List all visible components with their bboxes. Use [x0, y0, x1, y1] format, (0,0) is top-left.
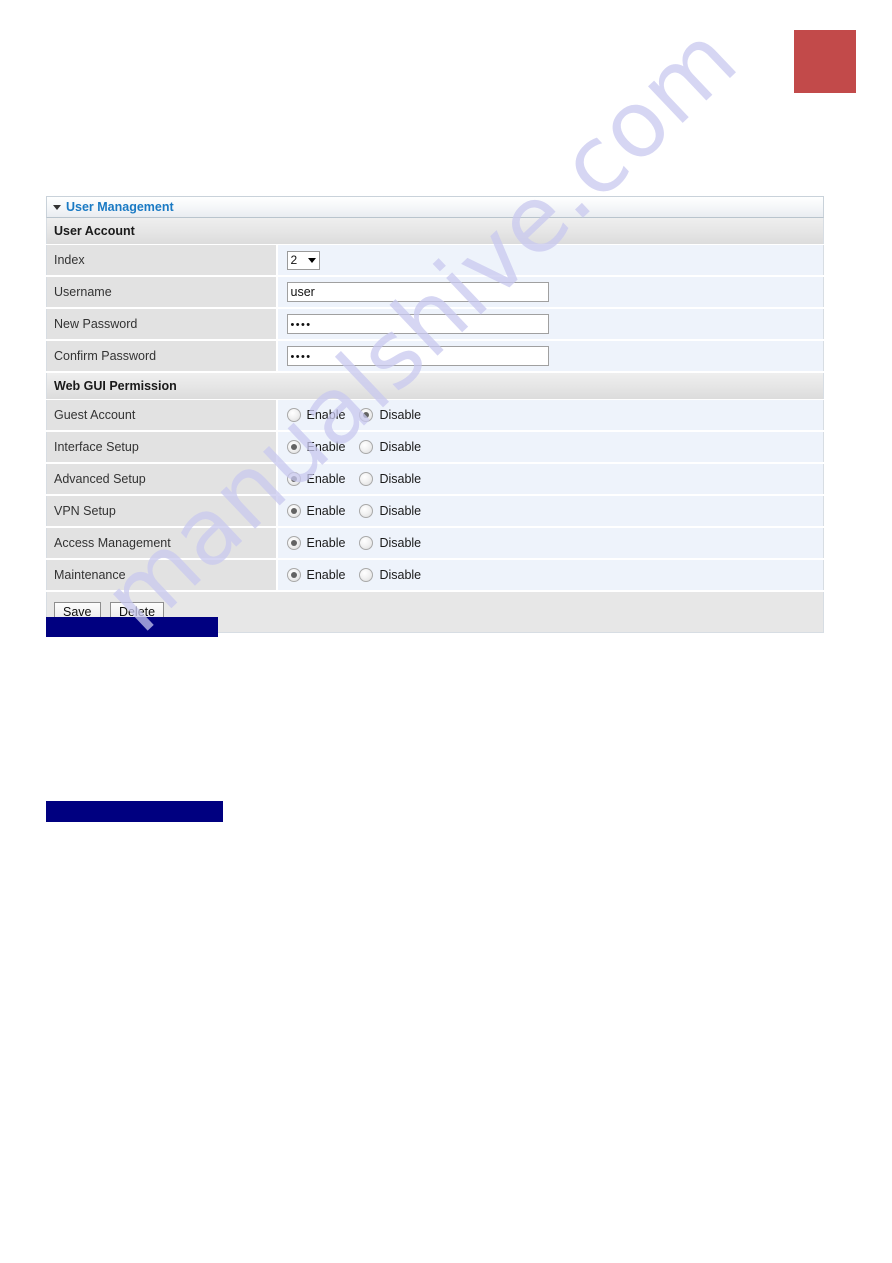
radio-label: Enable — [306, 408, 346, 422]
index-select-value: 2 — [290, 252, 298, 267]
table-row: Interface Setup Enable Disable — [46, 431, 824, 464]
table-row: VPN Setup Enable Disable — [46, 495, 824, 528]
table-row: Access Management Enable Disable — [46, 527, 824, 560]
table-row: Advanced Setup Enable Disable — [46, 463, 824, 496]
confirm-password-input[interactable]: •••• — [286, 346, 549, 366]
page-title: User Management — [66, 200, 174, 214]
triangle-down-icon[interactable] — [53, 205, 61, 210]
redacted-text-block — [46, 617, 218, 637]
table-row: Maintenance Enable Disable — [46, 559, 824, 592]
permission-radio-group-interface-setup: Enable Disable — [286, 440, 824, 454]
radio-circle-icon — [286, 504, 301, 518]
row-value-vpn-setup: Enable Disable — [276, 495, 824, 528]
row-value-new-password: •••• — [276, 308, 824, 341]
radio-vpn-setup-enable[interactable]: Enable — [286, 504, 346, 518]
radio-label: Enable — [306, 568, 346, 582]
permission-radio-group-vpn-setup: Enable Disable — [286, 504, 824, 518]
radio-circle-icon — [286, 536, 301, 550]
radio-maintenance-disable[interactable]: Disable — [359, 568, 421, 582]
row-label-new-password: New Password — [46, 308, 278, 341]
radio-interface-setup-disable[interactable]: Disable — [359, 440, 421, 454]
index-select[interactable]: 2 — [286, 250, 320, 270]
row-label-username: Username — [46, 276, 278, 309]
radio-circle-icon — [359, 504, 374, 518]
row-value-index: 2 — [276, 244, 824, 277]
row-label-access-management: Access Management — [46, 527, 278, 560]
row-value-confirm-password: •••• — [276, 340, 824, 373]
row-value-advanced-setup: Enable Disable — [276, 463, 824, 496]
radio-maintenance-enable[interactable]: Enable — [286, 568, 346, 582]
radio-label: Enable — [306, 504, 346, 518]
row-value-maintenance: Enable Disable — [276, 559, 824, 592]
redacted-text-block — [46, 801, 223, 822]
radio-label: Disable — [379, 568, 422, 582]
radio-label: Enable — [306, 440, 346, 454]
user-management-panel: User Management User Account Index 2 Use… — [46, 196, 824, 633]
radio-label: Disable — [379, 536, 422, 550]
row-value-access-management: Enable Disable — [276, 527, 824, 560]
table-row: New Password •••• — [46, 308, 824, 341]
row-label-guest-account: Guest Account — [46, 399, 278, 432]
section-header-web-gui-permission: Web GUI Permission — [46, 372, 824, 400]
radio-label: Enable — [306, 536, 346, 550]
radio-guest-account-disable[interactable]: Disable — [359, 408, 421, 422]
row-label-advanced-setup: Advanced Setup — [46, 463, 278, 496]
radio-circle-icon — [286, 408, 301, 422]
chevron-down-icon — [307, 257, 316, 263]
radio-circle-icon — [359, 440, 374, 454]
table-row: Confirm Password •••• — [46, 340, 824, 373]
panel-title-bar[interactable]: User Management — [46, 196, 824, 218]
radio-access-management-enable[interactable]: Enable — [286, 536, 346, 550]
radio-access-management-disable[interactable]: Disable — [359, 536, 421, 550]
radio-circle-icon — [359, 472, 374, 486]
permission-radio-group-maintenance: Enable Disable — [286, 568, 824, 582]
user-management-form: User Account Index 2 Username user New P… — [46, 218, 824, 633]
radio-label: Disable — [379, 440, 422, 454]
row-value-username: user — [276, 276, 824, 309]
radio-label: Disable — [379, 472, 422, 486]
permission-radio-group-access-management: Enable Disable — [286, 536, 824, 550]
radio-circle-icon — [286, 568, 301, 582]
permission-radio-group-advanced-setup: Enable Disable — [286, 472, 824, 486]
new-password-input[interactable]: •••• — [286, 314, 549, 334]
username-input[interactable]: user — [286, 282, 549, 302]
section-header-user-account: User Account — [46, 218, 824, 245]
row-label-interface-setup: Interface Setup — [46, 431, 278, 464]
radio-circle-icon — [359, 536, 374, 550]
row-label-confirm-password: Confirm Password — [46, 340, 278, 373]
row-value-interface-setup: Enable Disable — [276, 431, 824, 464]
section-header-user-account-label: User Account — [46, 218, 824, 245]
radio-advanced-setup-disable[interactable]: Disable — [359, 472, 421, 486]
radio-circle-icon — [359, 568, 374, 582]
row-label-maintenance: Maintenance — [46, 559, 278, 592]
radio-circle-icon — [286, 440, 301, 454]
permission-radio-group-guest-account: Enable Disable — [286, 408, 824, 422]
row-label-index: Index — [46, 244, 278, 277]
row-value-guest-account: Enable Disable — [276, 399, 824, 432]
radio-interface-setup-enable[interactable]: Enable — [286, 440, 346, 454]
section-header-web-gui-permission-label: Web GUI Permission — [46, 372, 824, 400]
corner-color-block — [794, 30, 856, 93]
radio-label: Disable — [379, 504, 422, 518]
row-label-vpn-setup: VPN Setup — [46, 495, 278, 528]
radio-circle-icon — [286, 472, 301, 486]
radio-vpn-setup-disable[interactable]: Disable — [359, 504, 421, 518]
table-row: Index 2 — [46, 244, 824, 277]
radio-advanced-setup-enable[interactable]: Enable — [286, 472, 346, 486]
radio-circle-icon — [359, 408, 374, 422]
table-row: Guest Account Enable Disable — [46, 399, 824, 432]
table-row: Username user — [46, 276, 824, 309]
radio-label: Disable — [379, 408, 422, 422]
radio-label: Enable — [306, 472, 346, 486]
radio-guest-account-enable[interactable]: Enable — [286, 408, 346, 422]
